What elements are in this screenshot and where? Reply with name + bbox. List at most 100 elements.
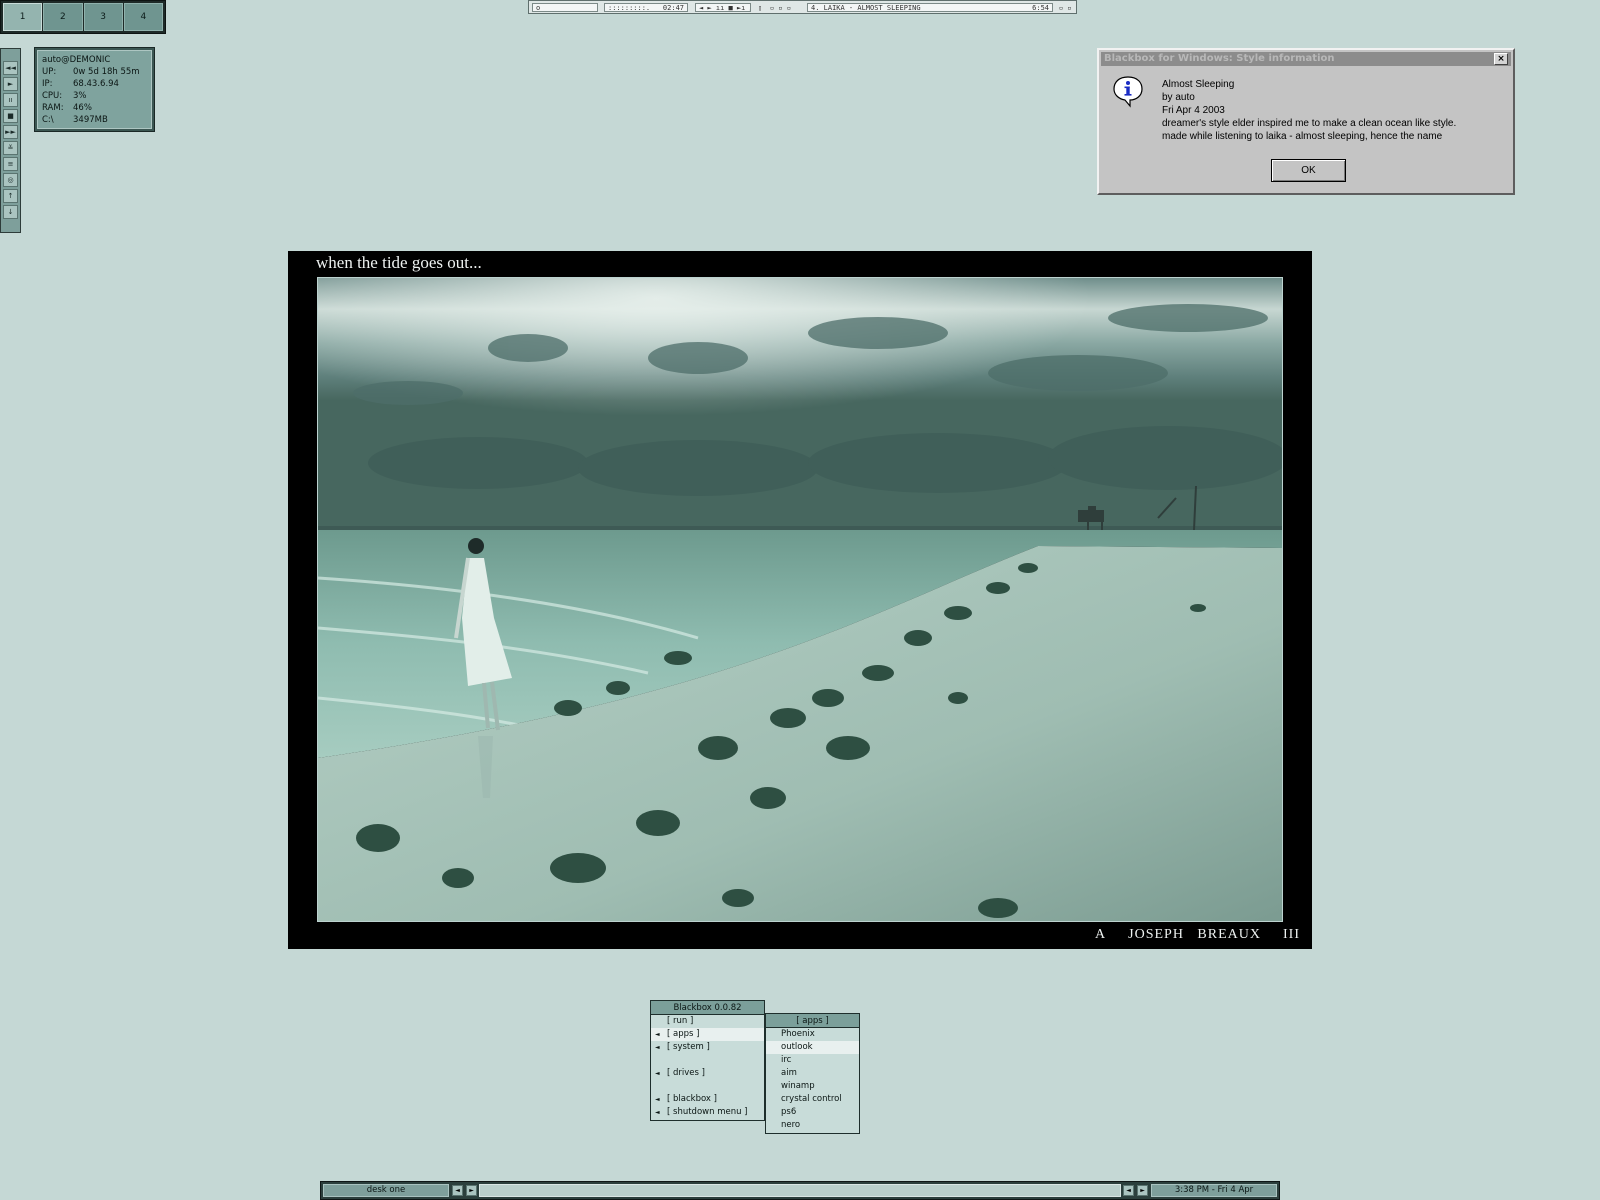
info-icon	[1113, 76, 1143, 108]
ok-button[interactable]: OK	[1271, 159, 1346, 182]
stop-button[interactable]: ■	[3, 109, 18, 123]
winamp-volume-glyph: ▯	[758, 3, 763, 12]
workspace-1[interactable]: 1	[3, 3, 43, 31]
menu-separator	[651, 1080, 764, 1093]
style-name: Almost Sleeping	[1162, 79, 1235, 90]
clock: 3:38 PM - Fri 4 Apr	[1151, 1184, 1277, 1197]
style-date: Fri Apr 4 2003	[1162, 105, 1225, 116]
apps-menu-title: [ apps ]	[766, 1014, 859, 1028]
forward-button[interactable]: ►►	[3, 125, 18, 139]
sysmon-label: RAM:	[42, 103, 64, 113]
apps-submenu: [ apps ] Phoenix outlook irc aim winamp …	[765, 1013, 860, 1134]
workspace-3[interactable]: 3	[83, 3, 123, 31]
volume-up-button[interactable]: ↑	[3, 189, 18, 203]
menu-item-label: [ run ]	[667, 1016, 694, 1026]
winamp-visualizer: :::::::::.	[608, 3, 651, 12]
sysmon-row: IP: 68.43.6.94	[42, 78, 147, 90]
menu-separator	[651, 1054, 764, 1067]
style-info-dialog: Blackbox for Windows: Style information …	[1097, 48, 1515, 195]
winamp-window-buttons[interactable]: ▫ ▫	[1056, 3, 1076, 12]
task-area[interactable]	[479, 1184, 1121, 1197]
beach-photo-image	[318, 278, 1282, 921]
prev-workspace-button[interactable]: ◄	[452, 1185, 463, 1196]
dialog-title: Blackbox for Windows: Style information	[1104, 53, 1335, 64]
submenu-arrow-icon: ◄	[655, 1044, 660, 1051]
rewind-button[interactable]: ◄◄	[3, 61, 18, 75]
workspace-label[interactable]: desk one	[323, 1184, 449, 1197]
menu-item-label: [ apps ]	[667, 1029, 700, 1039]
sysmon-row: CPU: 3%	[42, 90, 147, 102]
next-workspace-button[interactable]: ►	[466, 1185, 477, 1196]
sysmon-row: RAM: 46%	[42, 102, 147, 114]
workspace-4[interactable]: 4	[123, 3, 163, 31]
play-button[interactable]: ►	[3, 77, 18, 91]
sysmon-value: 46%	[73, 103, 92, 113]
app-item-nero[interactable]: nero	[766, 1119, 859, 1132]
prev-window-button[interactable]: ◄	[1123, 1185, 1134, 1196]
sysmon-label: C:\	[42, 115, 54, 125]
submenu-arrow-icon: ◄	[655, 1070, 660, 1077]
winamp-track[interactable]: 4. LAIKA - ALMOST SLEEPING 6:54	[807, 3, 1053, 12]
app-item-crystal-control[interactable]: crystal control	[766, 1093, 859, 1106]
winamp-options-glyphs: ▫ ▫ ▫	[770, 3, 792, 12]
winamp-bar: o :::::::::. 02:47 ◄ ► ıı ■ ►ı ▲ ▯ ▫ ▫ ▫…	[528, 0, 1077, 14]
root-menu-title: Blackbox 0.0.82	[651, 1001, 764, 1015]
credit-number: III	[1283, 927, 1300, 942]
workspace-pager: 1 2 3 4	[0, 0, 166, 34]
credit-name: JOSEPH BREAUX	[1128, 927, 1261, 942]
submenu-arrow-icon: ◄	[655, 1109, 660, 1116]
sysmon-value: 3%	[73, 91, 87, 101]
system-monitor: auto@DEMONIC UP: 0w 5d 18h 55m IP: 68.43.6…	[34, 47, 155, 132]
winamp-mode: o	[536, 3, 541, 12]
poster-caption: when the tide goes out...	[316, 253, 482, 272]
submenu-arrow-icon: ◄	[655, 1096, 660, 1103]
winamp-controls[interactable]: ◄ ► ıı ■ ►ı ▲	[695, 3, 751, 12]
playlist-button[interactable]: ≡	[3, 157, 18, 171]
menu-item-apps[interactable]: ◄ [ apps ]	[651, 1028, 764, 1041]
volume-down-button[interactable]: ↓	[3, 205, 18, 219]
menu-item-blackbox[interactable]: ◄ [ blackbox ]	[651, 1093, 764, 1106]
options-button[interactable]: ◎	[3, 173, 18, 187]
app-item-winamp[interactable]: winamp	[766, 1080, 859, 1093]
sysmon-title: auto@DEMONIC	[42, 55, 111, 65]
sysmon-value: 0w 5d 18h 55m	[73, 67, 140, 77]
app-item-phoenix[interactable]: Phoenix	[766, 1028, 859, 1041]
sysmon-label: CPU:	[42, 91, 63, 101]
winamp-display: :::::::::. 02:47	[604, 3, 688, 12]
media-toolbar: ◄◄ ► ıı ■ ►► ≚ ≡ ◎ ↑ ↓	[0, 48, 21, 233]
root-menu: Blackbox 0.0.82 [ run ] ◄ [ apps ] ◄ [ sys…	[650, 1000, 765, 1121]
menu-item-label: [ system ]	[667, 1042, 710, 1052]
menu-item-system[interactable]: ◄ [ system ]	[651, 1041, 764, 1054]
style-description: dreamer's style elder inspired me to mak…	[1162, 118, 1457, 129]
photo-credit: A JOSEPH BREAUX III	[1095, 927, 1300, 943]
menu-item-shutdown[interactable]: ◄ [ shutdown menu ]	[651, 1106, 764, 1119]
app-item-irc[interactable]: irc	[766, 1054, 859, 1067]
dialog-titlebar[interactable]: Blackbox for Windows: Style information …	[1101, 52, 1511, 66]
submenu-arrow-icon: ◄	[655, 1031, 660, 1038]
sysmon-value: 3497MB	[73, 115, 108, 125]
app-item-outlook[interactable]: outlook	[766, 1041, 859, 1054]
winamp-options[interactable]: ▫ ▫ ▫	[767, 3, 799, 12]
next-window-button[interactable]: ►	[1137, 1185, 1148, 1196]
menu-item-run[interactable]: [ run ]	[651, 1015, 764, 1028]
sysmon-row: C:\ 3497MB	[42, 114, 147, 126]
toolbar: desk one ◄ ► ◄ ► 3:38 PM - Fri 4 Apr	[320, 1181, 1280, 1200]
workspace-2[interactable]: 2	[43, 3, 83, 31]
wallpaper-poster: when the tide goes out... A JOSEPH BREAU…	[288, 251, 1312, 949]
app-item-ps6[interactable]: ps6	[766, 1106, 859, 1119]
menu-item-drives[interactable]: ◄ [ drives ]	[651, 1067, 764, 1080]
sysmon-label: IP:	[42, 79, 53, 89]
style-author: by auto	[1162, 92, 1195, 103]
dialog-message: Almost Sleeping by auto Fri Apr 4 2003 d…	[1162, 78, 1456, 143]
winamp-volume[interactable]: ▯	[755, 3, 763, 12]
winamp-time: 02:47	[662, 3, 684, 12]
sysmon-row: UP: 0w 5d 18h 55m	[42, 66, 147, 78]
winamp-mode-button[interactable]: o	[532, 3, 598, 12]
eject-button[interactable]: ≚	[3, 141, 18, 155]
pause-button[interactable]: ıı	[3, 93, 18, 107]
close-icon[interactable]: ×	[1494, 53, 1508, 65]
winamp-track-length: 6:54	[1032, 3, 1049, 12]
app-item-aim[interactable]: aim	[766, 1067, 859, 1080]
sysmon-value: 68.43.6.94	[73, 79, 119, 89]
menu-item-label: [ drives ]	[667, 1068, 705, 1078]
